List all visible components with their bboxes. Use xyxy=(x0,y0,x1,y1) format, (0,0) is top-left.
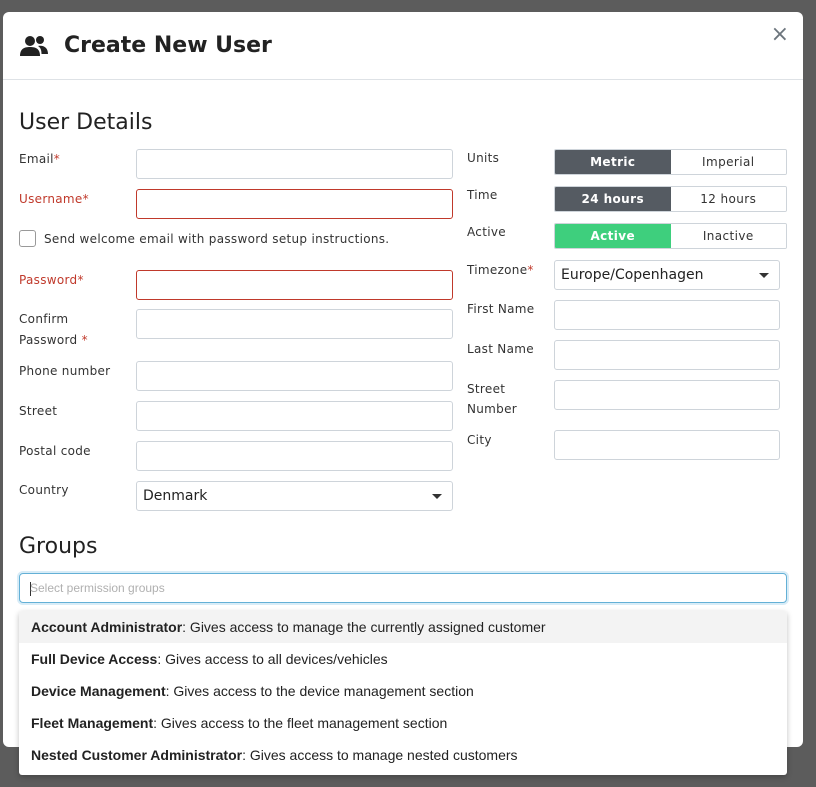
timezone-label: Timezone* xyxy=(467,263,534,277)
first-name-label: First Name xyxy=(467,302,535,316)
street-field[interactable] xyxy=(136,401,453,431)
group-option[interactable]: Full Device Access: Gives access to all … xyxy=(19,643,787,675)
username-label: Username* xyxy=(19,192,89,206)
active-label: Active xyxy=(467,225,506,239)
units-metric-button[interactable]: Metric xyxy=(555,150,671,174)
last-name-label: Last Name xyxy=(467,342,534,356)
first-name-field[interactable] xyxy=(554,300,780,330)
time-label: Time xyxy=(467,188,498,202)
phone-label: Phone number xyxy=(19,364,111,378)
groups-title: Groups xyxy=(19,534,98,559)
user-details-title: User Details xyxy=(19,110,153,135)
close-icon[interactable]: × xyxy=(771,22,789,47)
inactive-button[interactable]: Inactive xyxy=(670,224,786,248)
users-icon xyxy=(20,35,48,56)
active-toggle: Active Inactive xyxy=(554,223,787,249)
postal-code-label: Postal code xyxy=(19,444,91,458)
last-name-field[interactable] xyxy=(554,340,780,370)
timezone-select[interactable]: Europe/Copenhagen xyxy=(554,260,780,290)
units-toggle: Metric Imperial xyxy=(554,149,787,175)
units-label: Units xyxy=(467,151,500,165)
welcome-email-label: Send welcome email with password setup i… xyxy=(44,232,390,246)
country-select[interactable]: Denmark xyxy=(136,481,453,511)
city-label: City xyxy=(467,433,492,447)
groups-dropdown: Account Administrator: Gives access to m… xyxy=(19,611,787,775)
street-number-label: Street Number xyxy=(467,382,518,416)
username-field[interactable] xyxy=(136,189,453,219)
chevron-down-icon xyxy=(432,494,442,499)
time-12h-button[interactable]: 12 hours xyxy=(670,187,786,211)
group-option[interactable]: Nested Customer Administrator: Gives acc… xyxy=(19,739,787,771)
confirm-password-field[interactable] xyxy=(136,309,453,339)
street-number-field[interactable] xyxy=(554,380,780,410)
modal-header: Create New User × xyxy=(3,12,803,80)
city-field[interactable] xyxy=(554,430,780,460)
password-field[interactable] xyxy=(136,270,453,300)
active-button[interactable]: Active xyxy=(555,224,671,248)
group-option[interactable]: Fleet Management: Gives access to the fl… xyxy=(19,707,787,739)
welcome-email-checkbox[interactable] xyxy=(19,230,36,247)
time-24h-button[interactable]: 24 hours xyxy=(555,187,671,211)
groups-placeholder: Select permission groups xyxy=(30,581,165,595)
postal-code-field[interactable] xyxy=(136,441,453,471)
country-label: Country xyxy=(19,483,69,497)
phone-field[interactable] xyxy=(136,361,453,391)
chevron-down-icon xyxy=(759,273,769,278)
country-value: Denmark xyxy=(143,488,208,504)
time-toggle: 24 hours 12 hours xyxy=(554,186,787,212)
modal-title: Create New User xyxy=(64,33,272,58)
group-option[interactable]: Account Administrator: Gives access to m… xyxy=(19,611,787,643)
timezone-value: Europe/Copenhagen xyxy=(561,267,704,283)
email-label: Email* xyxy=(19,152,61,166)
groups-search-input[interactable]: Select permission groups xyxy=(19,573,787,603)
password-label: Password* xyxy=(19,273,84,287)
units-imperial-button[interactable]: Imperial xyxy=(670,150,786,174)
confirm-password-label: Confirm Password * xyxy=(19,312,88,347)
street-label: Street xyxy=(19,404,58,418)
group-option[interactable]: Device Management: Gives access to the d… xyxy=(19,675,787,707)
email-field[interactable] xyxy=(136,149,453,179)
